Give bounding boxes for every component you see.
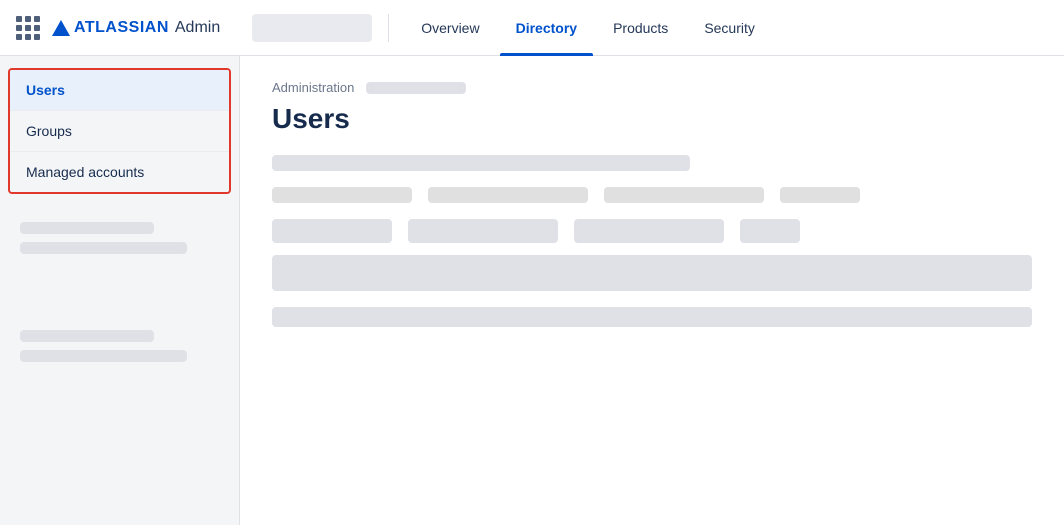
breadcrumb-label: Administration <box>272 80 354 95</box>
main-nav: Overview Directory Products Security <box>405 0 771 55</box>
content-skeleton-1 <box>272 155 1032 171</box>
table-row-2 <box>272 255 1032 295</box>
table-row-1 <box>272 219 1032 243</box>
header-left: ATLASSIAN Admin <box>16 14 372 42</box>
col-header-2 <box>428 187 588 203</box>
table-row-3 <box>272 307 1032 327</box>
main-content: Administration Users <box>240 56 1064 525</box>
cell-1-3 <box>574 219 724 243</box>
sidebar-item-users[interactable]: Users <box>10 70 229 111</box>
cell-1-1 <box>272 219 392 243</box>
atlassian-logo: ATLASSIAN Admin <box>52 19 220 37</box>
sidebar-skeleton-lower <box>8 330 231 362</box>
skeleton-table-row-2 <box>272 255 1032 295</box>
sidebar-skeleton-2 <box>20 242 187 254</box>
apps-grid-icon[interactable] <box>16 16 40 40</box>
header-divider <box>388 14 389 42</box>
col-header-1 <box>272 187 412 203</box>
skeleton-table-row-3 <box>272 307 1032 327</box>
skeleton-table-row-1 <box>272 219 1032 243</box>
skeleton-search-bar <box>272 155 690 171</box>
content-skeleton-headers <box>272 187 1032 203</box>
nav-security[interactable]: Security <box>688 0 771 56</box>
nav-directory[interactable]: Directory <box>500 0 593 56</box>
sidebar-skeleton-group <box>8 206 231 270</box>
sidebar-item-groups[interactable]: Groups <box>10 111 229 152</box>
page-title: Users <box>272 103 1032 135</box>
skeleton-wide-row <box>272 255 1032 291</box>
skeleton-bottom-row <box>272 307 1032 327</box>
col-header-3 <box>604 187 764 203</box>
sidebar-item-managed-accounts[interactable]: Managed accounts <box>10 152 229 192</box>
admin-label: Admin <box>175 19 220 37</box>
sidebar-skeleton-4 <box>20 350 187 362</box>
cell-1-4 <box>740 219 800 243</box>
breadcrumb-placeholder <box>366 82 466 94</box>
search-placeholder[interactable] <box>252 14 372 42</box>
app-header: ATLASSIAN Admin Overview Directory Produ… <box>0 0 1064 56</box>
breadcrumb: Administration <box>272 80 1032 95</box>
cell-1-2 <box>408 219 558 243</box>
page-layout: Users Groups Managed accounts Administra… <box>0 56 1064 525</box>
sidebar: Users Groups Managed accounts <box>0 56 240 525</box>
brand-name: ATLASSIAN <box>74 19 169 37</box>
sidebar-skeleton-1 <box>20 222 154 234</box>
logo-triangle-icon <box>52 20 70 36</box>
sidebar-skeleton-3 <box>20 330 154 342</box>
nav-overview[interactable]: Overview <box>405 0 495 56</box>
table-header-row <box>272 187 1032 203</box>
sidebar-nav-box: Users Groups Managed accounts <box>8 68 231 194</box>
col-header-4 <box>780 187 860 203</box>
nav-products[interactable]: Products <box>597 0 684 56</box>
